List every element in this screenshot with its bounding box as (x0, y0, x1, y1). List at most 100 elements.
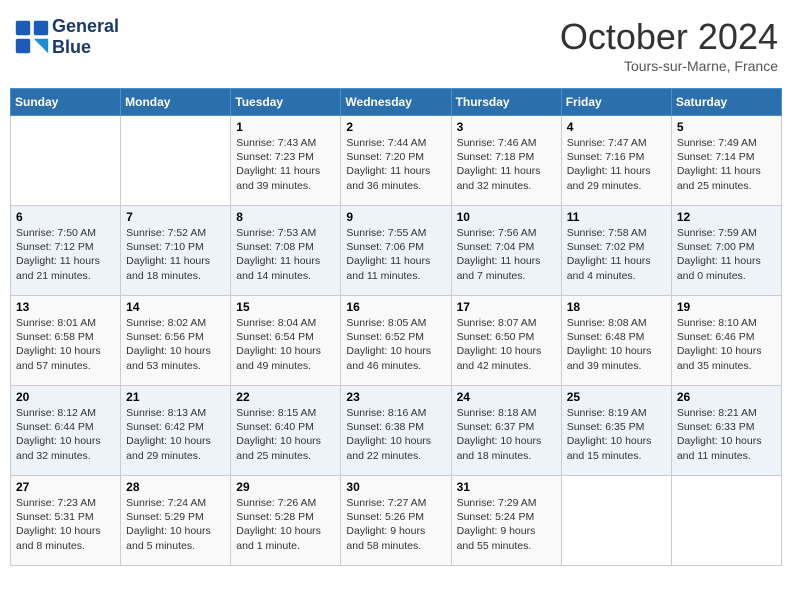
day-number: 14 (126, 300, 225, 314)
day-info: Sunrise: 8:18 AMSunset: 6:37 PMDaylight:… (457, 406, 556, 463)
calendar-cell: 30Sunrise: 7:27 AMSunset: 5:26 PMDayligh… (341, 476, 451, 566)
weekday-header-saturday: Saturday (671, 89, 781, 116)
day-info: Sunrise: 8:12 AMSunset: 6:44 PMDaylight:… (16, 406, 115, 463)
calendar-cell: 15Sunrise: 8:04 AMSunset: 6:54 PMDayligh… (231, 296, 341, 386)
day-number: 13 (16, 300, 115, 314)
day-info: Sunrise: 8:15 AMSunset: 6:40 PMDaylight:… (236, 406, 335, 463)
day-number: 6 (16, 210, 115, 224)
day-info: Sunrise: 8:21 AMSunset: 6:33 PMDaylight:… (677, 406, 776, 463)
day-number: 16 (346, 300, 445, 314)
day-number: 25 (567, 390, 666, 404)
day-info: Sunrise: 7:52 AMSunset: 7:10 PMDaylight:… (126, 226, 225, 283)
calendar-cell: 1 Sunrise: 7:43 AMSunset: 7:23 PMDaylight… (231, 116, 341, 206)
weekday-header-row: SundayMondayTuesdayWednesdayThursdayFrid… (11, 89, 782, 116)
calendar-cell: 28 Sunrise: 7:24 AMSunset: 5:29 PMDayligh… (121, 476, 231, 566)
weekday-header-tuesday: Tuesday (231, 89, 341, 116)
day-number: 20 (16, 390, 115, 404)
page-header: General Blue October 2024 Tours-sur-Marn… (10, 10, 782, 80)
day-info: Sunrise: 8:05 AMSunset: 6:52 PMDaylight:… (346, 316, 445, 373)
day-info: Sunrise: 7:53 AMSunset: 7:08 PMDaylight:… (236, 226, 335, 283)
day-number: 17 (457, 300, 556, 314)
calendar-cell: 26 Sunrise: 8:21 AMSunset: 6:33 PMDayligh… (671, 386, 781, 476)
day-info: Sunrise: 8:10 AMSunset: 6:46 PMDaylight:… (677, 316, 776, 373)
calendar-cell: 23 Sunrise: 8:16 AMSunset: 6:38 PMDayligh… (341, 386, 451, 476)
calendar-cell: 10 Sunrise: 7:56 AMSunset: 7:04 PMDayligh… (451, 206, 561, 296)
day-number: 29 (236, 480, 335, 494)
calendar-week-3: 13 Sunrise: 8:01 AMSunset: 6:58 PMDayligh… (11, 296, 782, 386)
title-area: October 2024 Tours-sur-Marne, France (560, 16, 778, 74)
calendar-cell (561, 476, 671, 566)
day-info: Sunrise: 7:58 AMSunset: 7:02 PMDaylight:… (567, 226, 666, 283)
day-info: Sunrise: 7:59 AMSunset: 7:00 PMDaylight:… (677, 226, 776, 283)
calendar-cell: 17 Sunrise: 8:07 AMSunset: 6:50 PMDayligh… (451, 296, 561, 386)
day-info: Sunrise: 7:43 AMSunset: 7:23 PMDaylight:… (236, 136, 335, 193)
calendar-week-4: 20 Sunrise: 8:12 AMSunset: 6:44 PMDayligh… (11, 386, 782, 476)
calendar-cell: 2 Sunrise: 7:44 AMSunset: 7:20 PMDaylight… (341, 116, 451, 206)
calendar-cell: 11Sunrise: 7:58 AMSunset: 7:02 PMDayligh… (561, 206, 671, 296)
calendar-cell: 24 Sunrise: 8:18 AMSunset: 6:37 PMDayligh… (451, 386, 561, 476)
day-number: 23 (346, 390, 445, 404)
day-info: Sunrise: 8:08 AMSunset: 6:48 PMDaylight:… (567, 316, 666, 373)
calendar-cell: 12 Sunrise: 7:59 AMSunset: 7:00 PMDayligh… (671, 206, 781, 296)
day-info: Sunrise: 8:01 AMSunset: 6:58 PMDaylight:… (16, 316, 115, 373)
calendar-week-5: 27Sunrise: 7:23 AMSunset: 5:31 PMDayligh… (11, 476, 782, 566)
day-number: 10 (457, 210, 556, 224)
logo-blue: Blue (52, 37, 91, 57)
day-info: Sunrise: 7:49 AMSunset: 7:14 PMDaylight:… (677, 136, 776, 193)
day-info: Sunrise: 8:16 AMSunset: 6:38 PMDaylight:… (346, 406, 445, 463)
day-info: Sunrise: 7:50 AMSunset: 7:12 PMDaylight:… (16, 226, 115, 283)
day-info: Sunrise: 7:29 AMSunset: 5:24 PMDaylight:… (457, 496, 556, 553)
day-number: 1 (236, 120, 335, 134)
calendar-cell (11, 116, 121, 206)
calendar-cell: 14Sunrise: 8:02 AMSunset: 6:56 PMDayligh… (121, 296, 231, 386)
calendar-week-2: 6 Sunrise: 7:50 AMSunset: 7:12 PMDaylight… (11, 206, 782, 296)
calendar-cell: 9Sunrise: 7:55 AMSunset: 7:06 PMDaylight… (341, 206, 451, 296)
day-number: 12 (677, 210, 776, 224)
day-number: 9 (346, 210, 445, 224)
day-info: Sunrise: 8:04 AMSunset: 6:54 PMDaylight:… (236, 316, 335, 373)
logo-icon (14, 19, 50, 55)
day-info: Sunrise: 7:44 AMSunset: 7:20 PMDaylight:… (346, 136, 445, 193)
calendar-cell: 22 Sunrise: 8:15 AMSunset: 6:40 PMDayligh… (231, 386, 341, 476)
day-info: Sunrise: 8:07 AMSunset: 6:50 PMDaylight:… (457, 316, 556, 373)
calendar-cell: 31 Sunrise: 7:29 AMSunset: 5:24 PMDayligh… (451, 476, 561, 566)
calendar-cell: 13 Sunrise: 8:01 AMSunset: 6:58 PMDayligh… (11, 296, 121, 386)
day-number: 22 (236, 390, 335, 404)
day-info: Sunrise: 8:13 AMSunset: 6:42 PMDaylight:… (126, 406, 225, 463)
day-number: 8 (236, 210, 335, 224)
day-info: Sunrise: 8:19 AMSunset: 6:35 PMDaylight:… (567, 406, 666, 463)
calendar-cell: 20 Sunrise: 8:12 AMSunset: 6:44 PMDayligh… (11, 386, 121, 476)
calendar-cell: 16 Sunrise: 8:05 AMSunset: 6:52 PMDayligh… (341, 296, 451, 386)
calendar-cell: 18 Sunrise: 8:08 AMSunset: 6:48 PMDayligh… (561, 296, 671, 386)
calendar-cell: 4Sunrise: 7:47 AMSunset: 7:16 PMDaylight… (561, 116, 671, 206)
day-info: Sunrise: 7:24 AMSunset: 5:29 PMDaylight:… (126, 496, 225, 553)
logo-general: General (52, 16, 119, 36)
day-number: 26 (677, 390, 776, 404)
calendar-cell: 19Sunrise: 8:10 AMSunset: 6:46 PMDayligh… (671, 296, 781, 386)
day-number: 28 (126, 480, 225, 494)
calendar-cell: 8 Sunrise: 7:53 AMSunset: 7:08 PMDaylight… (231, 206, 341, 296)
day-number: 18 (567, 300, 666, 314)
day-number: 31 (457, 480, 556, 494)
day-number: 5 (677, 120, 776, 134)
calendar-cell: 27Sunrise: 7:23 AMSunset: 5:31 PMDayligh… (11, 476, 121, 566)
calendar-cell (671, 476, 781, 566)
day-info: Sunrise: 7:46 AMSunset: 7:18 PMDaylight:… (457, 136, 556, 193)
calendar-cell: 7Sunrise: 7:52 AMSunset: 7:10 PMDaylight… (121, 206, 231, 296)
calendar-cell: 5 Sunrise: 7:49 AMSunset: 7:14 PMDaylight… (671, 116, 781, 206)
calendar-cell: 21 Sunrise: 8:13 AMSunset: 6:42 PMDayligh… (121, 386, 231, 476)
weekday-header-wednesday: Wednesday (341, 89, 451, 116)
day-number: 21 (126, 390, 225, 404)
day-number: 24 (457, 390, 556, 404)
weekday-header-friday: Friday (561, 89, 671, 116)
day-info: Sunrise: 7:26 AMSunset: 5:28 PMDaylight:… (236, 496, 335, 553)
day-info: Sunrise: 7:23 AMSunset: 5:31 PMDaylight:… (16, 496, 115, 553)
day-info: Sunrise: 7:47 AMSunset: 7:16 PMDaylight:… (567, 136, 666, 193)
weekday-header-monday: Monday (121, 89, 231, 116)
calendar-header: SundayMondayTuesdayWednesdayThursdayFrid… (11, 89, 782, 116)
location-subtitle: Tours-sur-Marne, France (560, 58, 778, 74)
logo: General Blue (14, 16, 119, 58)
day-number: 2 (346, 120, 445, 134)
logo-text: General Blue (52, 16, 119, 58)
day-info: Sunrise: 7:56 AMSunset: 7:04 PMDaylight:… (457, 226, 556, 283)
